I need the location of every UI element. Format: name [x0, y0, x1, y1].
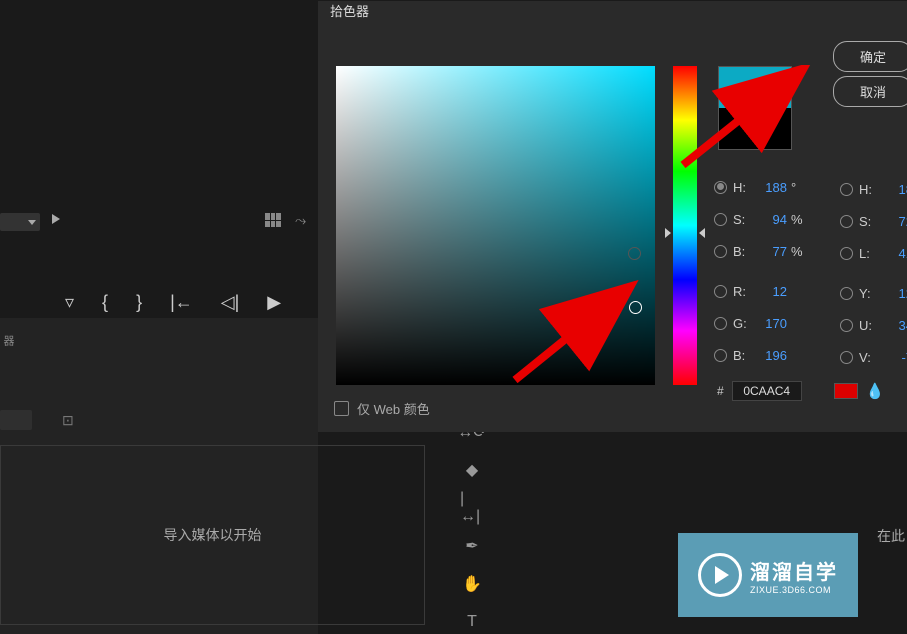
eyedropper-icon[interactable]: 💧 — [866, 382, 885, 400]
hand-tool-icon[interactable]: ✋ — [460, 572, 484, 596]
old-color-swatch[interactable] — [719, 108, 791, 149]
pen-tool-icon[interactable]: ✒ — [460, 534, 484, 558]
zoom-dropdown[interactable] — [0, 213, 40, 231]
web-color-label: 仅 Web 颜色 — [357, 399, 430, 418]
playback-controls: ▿ { } |← ◁| ▶ — [65, 292, 281, 313]
radio-l[interactable] — [840, 247, 853, 260]
value-u[interactable]: 34 — [879, 318, 907, 333]
hue-indicator-right-icon — [699, 228, 705, 238]
play-toggle-icon[interactable] — [52, 214, 60, 224]
play-icon[interactable]: ▶ — [267, 292, 281, 313]
value-b[interactable]: 77 — [753, 244, 791, 259]
radio-s[interactable] — [714, 213, 727, 226]
web-color-checkbox-row: 仅 Web 颜色 — [334, 399, 430, 418]
hex-row: # 💧 — [717, 381, 884, 401]
color-picker-dialog: 拾色器 确定 取消 H: 188 ° S: 94 % B: 77 % — [318, 0, 907, 432]
step-back-icon[interactable]: ◁| — [221, 292, 240, 313]
value-s2[interactable]: 72 — [879, 214, 907, 229]
warning-swatch[interactable] — [834, 383, 858, 399]
hue-indicator-left-icon — [665, 228, 671, 238]
value-b2[interactable]: 196 — [753, 348, 791, 363]
value-l[interactable]: 41 — [879, 246, 907, 261]
go-to-in-icon[interactable]: |← — [170, 292, 193, 313]
radio-r[interactable] — [714, 285, 727, 298]
value-s[interactable]: 94 — [753, 212, 791, 227]
razor-tool-icon[interactable]: ◆ — [460, 458, 484, 482]
settings-grid-icon[interactable] — [265, 213, 281, 227]
dialog-title: 拾色器 — [330, 1, 369, 20]
cancel-button[interactable]: 取消 — [833, 76, 907, 107]
value-v[interactable]: -7 — [879, 350, 907, 365]
radio-b2[interactable] — [714, 349, 727, 362]
radio-h2[interactable] — [840, 183, 853, 196]
radio-v[interactable] — [840, 351, 853, 364]
watermark-url: ZIXUE.3D66.COM — [750, 585, 838, 595]
radio-b[interactable] — [714, 245, 727, 258]
panel-tab-label: 器 — [0, 335, 6, 355]
watermark-cn: 溜溜自学 — [750, 556, 838, 585]
value-y[interactable]: 12 — [879, 286, 907, 301]
new-bin-icon[interactable]: ⊡ — [62, 412, 74, 429]
marker-icon[interactable]: ▿ — [65, 292, 74, 313]
color-values-right: H: 18 S: 72 L: 41 Y: 12 U: 34 V: -7 — [840, 173, 907, 373]
play-circle-icon — [698, 553, 742, 597]
sb-cursor-previous — [628, 247, 641, 260]
radio-s2[interactable] — [840, 215, 853, 228]
type-tool-icon[interactable]: T — [460, 610, 484, 634]
value-h2[interactable]: 18 — [879, 182, 907, 197]
hex-input[interactable] — [732, 381, 802, 401]
new-color-swatch — [719, 67, 791, 108]
timeline-placeholder-text: 在此 — [877, 526, 905, 546]
source-monitor — [0, 0, 318, 318]
hue-slider[interactable] — [673, 66, 697, 385]
sb-cursor-current — [629, 301, 642, 314]
value-r[interactable]: 12 — [753, 284, 791, 299]
media-search-input[interactable] — [0, 410, 32, 430]
media-toolbar: ⊡ — [0, 408, 318, 432]
import-media-panel[interactable]: 导入媒体以开始 — [0, 445, 425, 625]
import-prompt-text: 导入媒体以开始 — [164, 525, 262, 545]
web-color-checkbox[interactable] — [334, 401, 349, 416]
watermark-logo: 溜溜自学 ZIXUE.3D66.COM — [678, 533, 858, 617]
ok-button[interactable]: 确定 — [833, 41, 907, 72]
radio-g[interactable] — [714, 317, 727, 330]
value-g[interactable]: 170 — [753, 316, 791, 331]
saturation-brightness-field[interactable] — [336, 66, 655, 385]
value-h[interactable]: 188 — [753, 180, 791, 195]
tools-strip: ↔⟳ ◆ |↔| ✒ ✋ T — [460, 420, 484, 634]
slip-tool-icon[interactable]: |↔| — [460, 496, 484, 520]
export-frame-icon[interactable]: ⤳ — [295, 212, 306, 229]
radio-h[interactable] — [714, 181, 727, 194]
color-preview — [718, 66, 792, 150]
radio-y[interactable] — [840, 287, 853, 300]
out-point-icon[interactable]: } — [136, 292, 142, 313]
hex-label: # — [717, 384, 724, 398]
color-values-left: H: 188 ° S: 94 % B: 77 % R: 12 G: 170 — [714, 171, 803, 371]
in-point-icon[interactable]: { — [102, 292, 108, 313]
radio-u[interactable] — [840, 319, 853, 332]
